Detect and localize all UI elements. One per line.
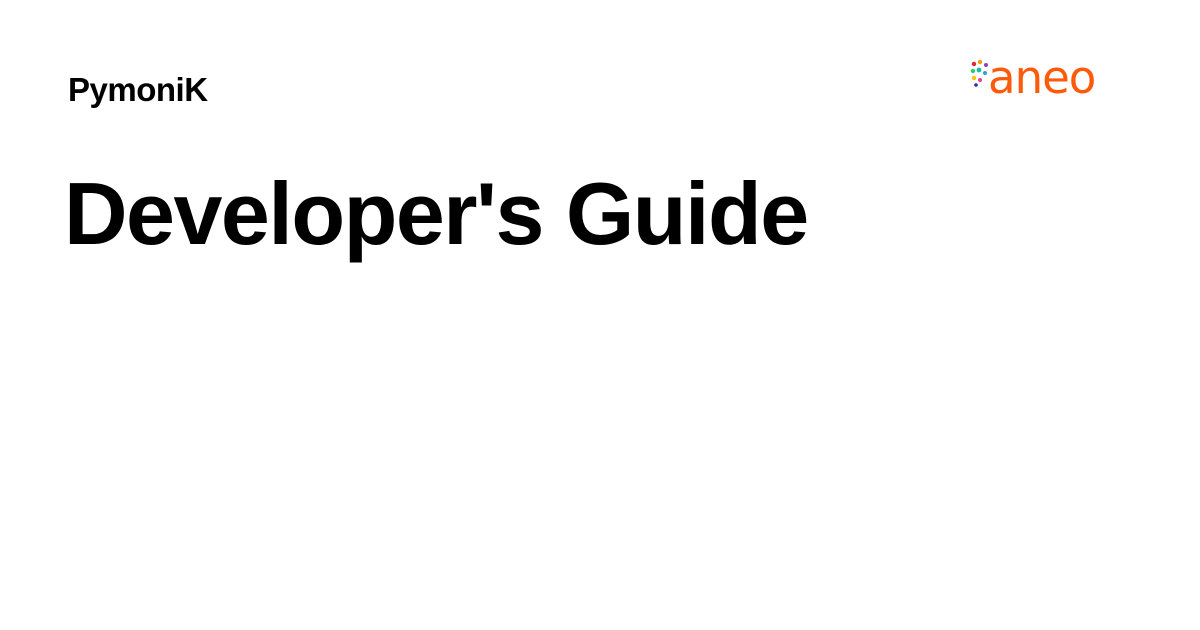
site-name: PymoniK — [68, 71, 208, 108]
logo-dot — [971, 61, 977, 67]
page-title: Developer's Guide — [64, 164, 809, 263]
logo-dot — [978, 78, 982, 82]
logo-dot — [977, 59, 983, 65]
social-card: PymoniK Developer's Guide aneo — [0, 0, 1200, 630]
aneo-logo: aneo — [968, 52, 1120, 104]
logo-dot — [983, 71, 987, 75]
logo-dot — [974, 83, 978, 87]
logo-dot — [970, 68, 976, 74]
logo-dot — [971, 75, 977, 81]
logo-dot — [976, 67, 982, 73]
logo-wordmark: aneo — [988, 51, 1096, 104]
